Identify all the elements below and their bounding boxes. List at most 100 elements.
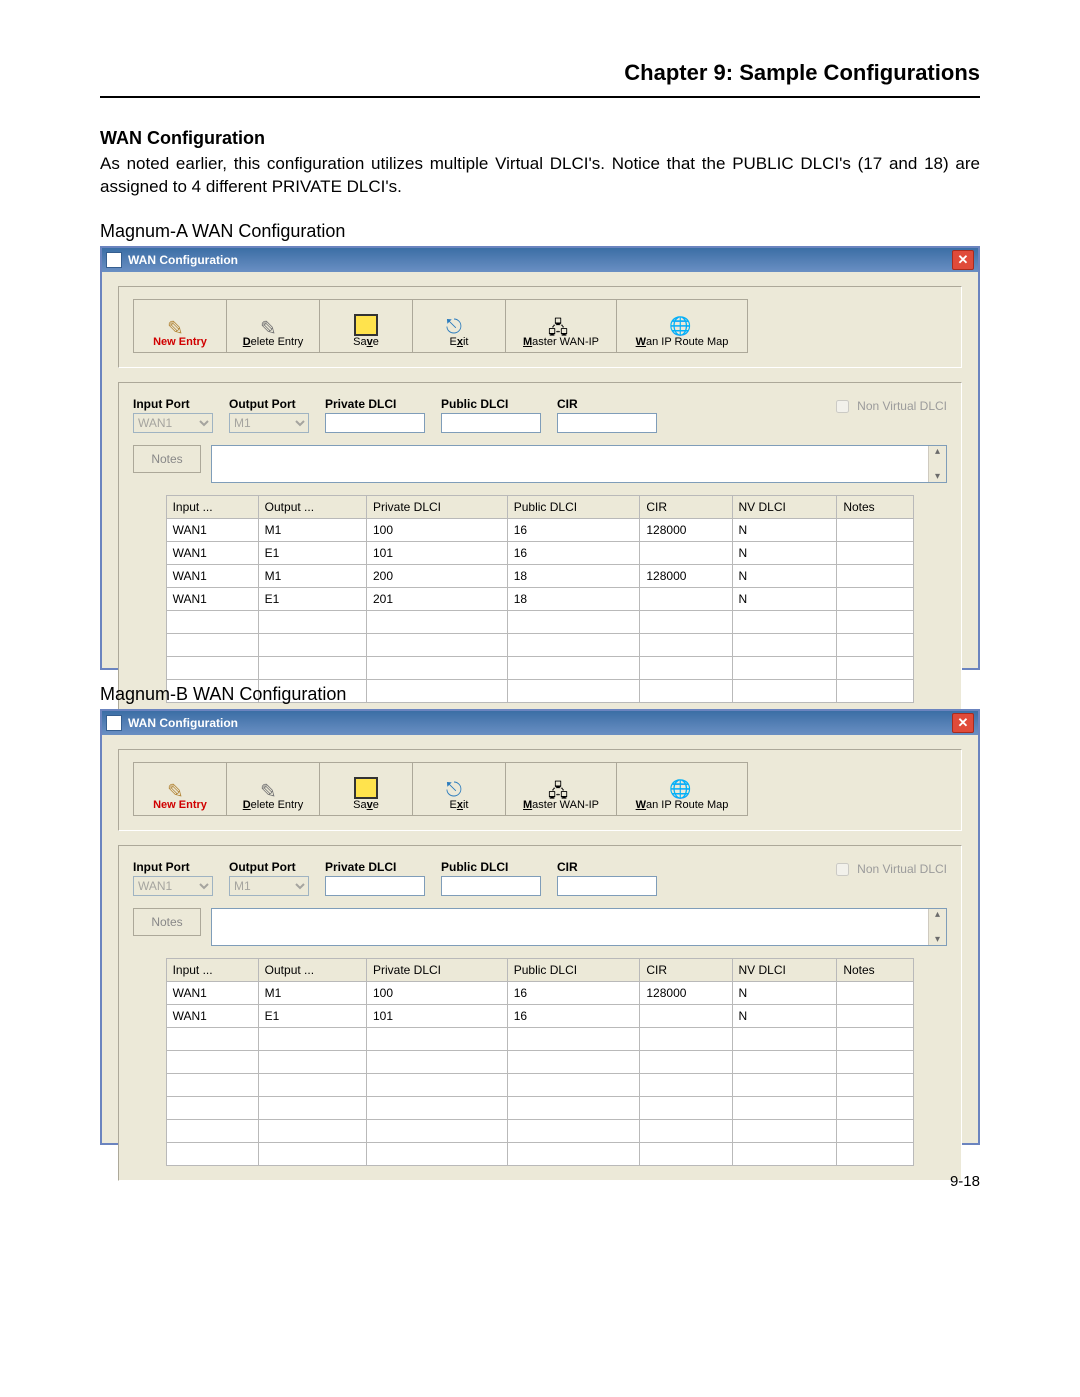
private-dlci-input[interactable]	[325, 413, 425, 433]
table-header-row-b: Input ...Output ...Private DLCIPublic DL…	[166, 958, 914, 981]
titlebar: WAN Configuration ✕	[102, 711, 978, 735]
scroll-up-icon[interactable]: ▴	[935, 909, 940, 920]
table-body-a: WAN1M110016128000NWAN1E110116NWAN1M12001…	[166, 518, 914, 702]
config-table-b[interactable]: Input ...Output ...Private DLCIPublic DL…	[166, 958, 915, 1166]
notes-button[interactable]: Notes	[133, 445, 201, 473]
table-row	[166, 1119, 914, 1142]
public-dlci-input[interactable]	[441, 413, 541, 433]
scroll-down-icon[interactable]: ▾	[935, 471, 940, 482]
private-dlci-label: Private DLCI	[325, 397, 425, 411]
table-col-header[interactable]: NV DLCI	[732, 495, 837, 518]
magnum-a-label: Magnum-A WAN Configuration	[100, 221, 980, 242]
globe-icon	[669, 779, 695, 799]
table-row[interactable]: WAN1M120018128000N	[166, 564, 914, 587]
pencil-icon	[260, 779, 286, 799]
table-row	[166, 656, 914, 679]
table-row	[166, 610, 914, 633]
window-title: WAN Configuration	[128, 253, 238, 267]
exit-icon	[446, 779, 472, 799]
table-row[interactable]: WAN1E110116N	[166, 1004, 914, 1027]
close-button[interactable]: ✕	[952, 713, 974, 733]
new-entry-button[interactable]: New Entry	[133, 762, 226, 816]
table-row[interactable]: WAN1E110116N	[166, 541, 914, 564]
input-port-select[interactable]: WAN1	[133, 876, 213, 896]
table-col-header[interactable]: Input ...	[166, 958, 258, 981]
wan-config-window-a: WAN Configuration ✕ New Entry Delete Ent…	[100, 246, 980, 670]
network-icon	[548, 779, 574, 799]
output-port-select[interactable]: M1	[229, 876, 309, 896]
window-icon	[106, 252, 122, 268]
table-col-header[interactable]: Public DLCI	[507, 958, 640, 981]
form-panel: Input PortWAN1 Output PortM1 Private DLC…	[118, 845, 962, 1181]
cir-input[interactable]	[557, 413, 657, 433]
non-virtual-dlci-label: Non Virtual DLCI	[857, 862, 947, 876]
table-row[interactable]: WAN1M110016128000N	[166, 518, 914, 541]
globe-icon	[669, 316, 695, 336]
table-col-header[interactable]: CIR	[640, 495, 732, 518]
table-col-header[interactable]: Private DLCI	[366, 958, 507, 981]
notes-textarea[interactable]: ▴▾	[211, 908, 947, 946]
pen-icon	[167, 779, 193, 799]
non-virtual-dlci-checkbox[interactable]	[836, 400, 849, 413]
scroll-down-icon[interactable]: ▾	[935, 934, 940, 945]
delete-entry-button[interactable]: Delete Entry	[226, 299, 319, 353]
scroll-up-icon[interactable]: ▴	[935, 446, 940, 457]
wan-config-window-b: WAN Configuration ✕ New Entry Delete Ent…	[100, 709, 980, 1145]
pencil-icon	[260, 316, 286, 336]
table-row	[166, 1142, 914, 1165]
table-row	[166, 1027, 914, 1050]
table-col-header[interactable]: CIR	[640, 958, 732, 981]
delete-entry-button[interactable]: Delete Entry	[226, 762, 319, 816]
toolbar-panel: New Entry Delete Entry Save Exit Master …	[118, 749, 962, 831]
input-port-select[interactable]: WAN1	[133, 413, 213, 433]
exit-button[interactable]: Exit	[412, 299, 505, 353]
table-row[interactable]: WAN1E120118N	[166, 587, 914, 610]
table-header-row: Input ...Output ...Private DLCIPublic DL…	[166, 495, 914, 518]
table-col-header[interactable]: Notes	[837, 495, 914, 518]
section-title: WAN Configuration	[100, 128, 980, 149]
master-wan-ip-button[interactable]: Master WAN-IP	[505, 299, 616, 353]
network-icon	[548, 316, 574, 336]
notes-textarea[interactable]: ▴▾	[211, 445, 947, 483]
floppy-icon	[354, 314, 378, 336]
master-wan-ip-button[interactable]: Master WAN-IP	[505, 762, 616, 816]
table-col-header[interactable]: Input ...	[166, 495, 258, 518]
wan-ip-route-map-button[interactable]: Wan IP Route Map	[616, 299, 748, 353]
table-row[interactable]: WAN1M110016128000N	[166, 981, 914, 1004]
table-col-header[interactable]: Private DLCI	[366, 495, 507, 518]
save-button[interactable]: Save	[319, 299, 412, 353]
table-col-header[interactable]: Public DLCI	[507, 495, 640, 518]
non-virtual-dlci-label: Non Virtual DLCI	[857, 399, 947, 413]
table-col-header[interactable]: Notes	[837, 958, 914, 981]
public-dlci-input[interactable]	[441, 876, 541, 896]
table-row	[166, 633, 914, 656]
non-virtual-dlci-checkbox[interactable]	[836, 863, 849, 876]
private-dlci-input[interactable]	[325, 876, 425, 896]
exit-button[interactable]: Exit	[412, 762, 505, 816]
wan-ip-route-map-button[interactable]: Wan IP Route Map	[616, 762, 748, 816]
input-port-label: Input Port	[133, 397, 213, 411]
window-icon	[106, 715, 122, 731]
output-port-label: Output Port	[229, 397, 309, 411]
config-table-a[interactable]: Input ...Output ...Private DLCIPublic DL…	[166, 495, 915, 703]
notes-button[interactable]: Notes	[133, 908, 201, 936]
public-dlci-label: Public DLCI	[441, 860, 541, 874]
chapter-title: Chapter 9: Sample Configurations	[100, 60, 980, 86]
magnum-b-label: Magnum-B WAN Configuration	[100, 684, 980, 705]
exit-icon	[446, 316, 472, 336]
table-col-header[interactable]: Output ...	[258, 958, 366, 981]
pen-icon	[167, 316, 193, 336]
cir-input[interactable]	[557, 876, 657, 896]
private-dlci-label: Private DLCI	[325, 860, 425, 874]
table-row	[166, 1096, 914, 1119]
output-port-select[interactable]: M1	[229, 413, 309, 433]
close-button[interactable]: ✕	[952, 250, 974, 270]
table-col-header[interactable]: NV DLCI	[732, 958, 837, 981]
divider	[100, 96, 980, 98]
save-button[interactable]: Save	[319, 762, 412, 816]
table-col-header[interactable]: Output ...	[258, 495, 366, 518]
body-paragraph: As noted earlier, this configuration uti…	[100, 153, 980, 199]
cir-label: CIR	[557, 397, 657, 411]
floppy-icon	[354, 777, 378, 799]
new-entry-button[interactable]: New Entry	[133, 299, 226, 353]
